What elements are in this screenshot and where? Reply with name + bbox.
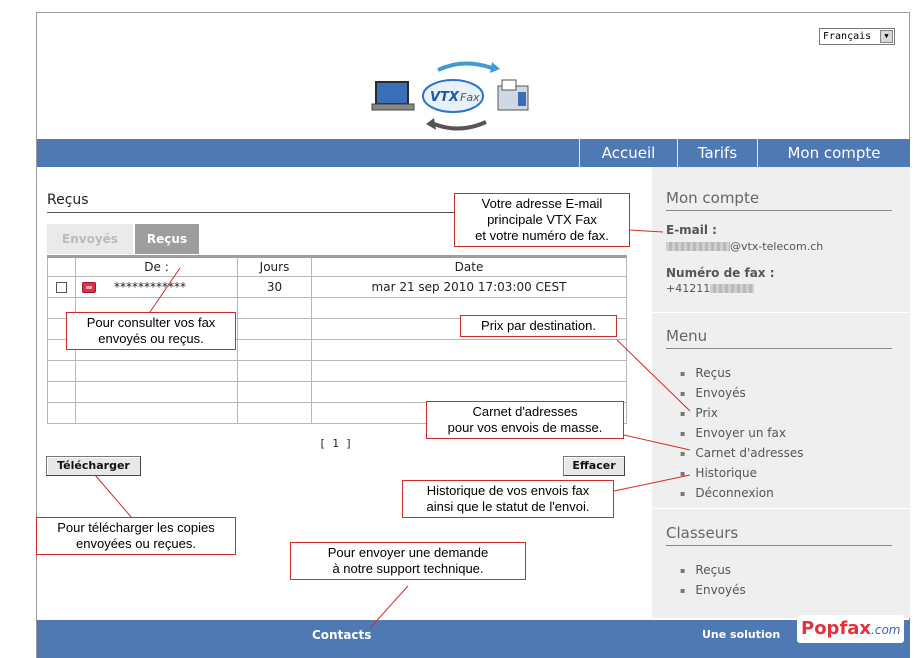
callout-addressbook: Carnet d'adresses pour vos envois de mass… xyxy=(426,401,624,439)
divider xyxy=(652,312,910,313)
vtx-fax-logo: VTX Fax xyxy=(371,61,529,131)
tab-recus[interactable]: Reçus xyxy=(135,224,199,254)
row-days: 30 xyxy=(237,276,312,298)
sidebar-folders-title: Classeurs xyxy=(666,524,892,546)
email-redacted xyxy=(666,242,730,251)
row-date: mar 21 sep 2010 17:03:00 CEST xyxy=(311,276,627,298)
column-header-days[interactable]: Jours xyxy=(237,256,312,277)
logo-text: VTX xyxy=(430,90,460,105)
callout-download: Pour télécharger les copies envoyées ou r… xyxy=(36,517,236,555)
email-label: E-mail : xyxy=(666,223,717,237)
sidebar-menu: Reçus Envoyés Prix Envoyer un fax Carnet… xyxy=(680,363,803,503)
sidebar-account-title: Mon compte xyxy=(666,189,892,211)
sidebar-item-recus[interactable]: Reçus xyxy=(680,363,803,383)
sidebar-menu-title: Menu xyxy=(666,327,892,349)
sidebar-folder-envoyes[interactable]: Envoyés xyxy=(680,580,745,600)
sidebar-folders: Reçus Envoyés xyxy=(680,560,746,600)
divider xyxy=(652,508,910,509)
footer-solution-label: Une solution xyxy=(702,628,781,641)
email-value: @vtx-telecom.ch xyxy=(666,240,823,253)
table-row[interactable]: ************ 30 mar 21 sep 2010 17:03:00… xyxy=(47,276,627,298)
top-nav: Accueil Tarifs Mon compte xyxy=(37,139,910,167)
table-header: De : Jours Date xyxy=(47,256,627,277)
logo-subtext: Fax xyxy=(460,91,480,104)
callout-email: Votre adresse E-mail principale VTX Fax et… xyxy=(454,193,630,247)
fax-number-value: +41211 xyxy=(666,282,755,295)
callout-support: Pour envoyer une demande à notre support … xyxy=(290,542,526,580)
table-row xyxy=(47,381,627,403)
row-from: ************ xyxy=(114,280,186,294)
nav-accueil[interactable]: Accueil xyxy=(579,139,677,167)
sidebar-item-deconnexion[interactable]: Déconnexion xyxy=(680,483,803,503)
sidebar-folder-recus[interactable]: Reçus xyxy=(680,560,746,580)
sidebar-item-envoyes[interactable]: Envoyés xyxy=(680,383,803,403)
callout-history: Historique de vos envois fax ainsi que le… xyxy=(402,480,614,518)
sidebar-item-carnet[interactable]: Carnet d'adresses xyxy=(680,443,803,463)
sidebar-item-prix[interactable]: Prix xyxy=(680,403,803,423)
column-header-from[interactable]: De : xyxy=(75,256,238,277)
download-button[interactable]: Télécharger xyxy=(46,456,141,476)
fax-number-redacted xyxy=(710,284,755,293)
fax-document-icon[interactable] xyxy=(82,282,96,293)
sidebar: Mon compte E-mail : @vtx-telecom.ch Numé… xyxy=(652,167,910,618)
language-select-value: Français xyxy=(823,31,872,42)
callout-prices: Prix par destination. xyxy=(460,315,617,337)
nav-mon-compte[interactable]: Mon compte xyxy=(757,139,910,167)
sidebar-item-envoyer-fax[interactable]: Envoyer un fax xyxy=(680,423,803,443)
chevron-down-icon[interactable]: ▼ xyxy=(880,30,893,43)
column-header-select xyxy=(47,256,76,277)
nav-tarifs[interactable]: Tarifs xyxy=(677,139,757,167)
pagination[interactable]: [ 1 ] xyxy=(319,437,352,450)
page-title: Reçus xyxy=(47,192,89,208)
language-select[interactable]: Français ▼ xyxy=(819,28,895,45)
delete-button[interactable]: Effacer xyxy=(563,456,625,476)
footer-contacts-link[interactable]: Contacts xyxy=(312,628,371,642)
sidebar-item-historique[interactable]: Historique xyxy=(680,463,803,483)
fax-number-label: Numéro de fax : xyxy=(666,266,775,280)
table-row xyxy=(47,360,627,382)
tab-envoyes[interactable]: Envoyés xyxy=(47,224,133,254)
column-header-date[interactable]: Date xyxy=(311,256,627,277)
callout-tabs: Pour consulter vos fax envoyés ou reçus. xyxy=(66,312,236,350)
row-checkbox[interactable] xyxy=(56,282,67,293)
popfax-logo[interactable]: Popfax.com xyxy=(797,615,905,643)
footer: Contacts Une solution Popfax.com xyxy=(37,615,910,658)
